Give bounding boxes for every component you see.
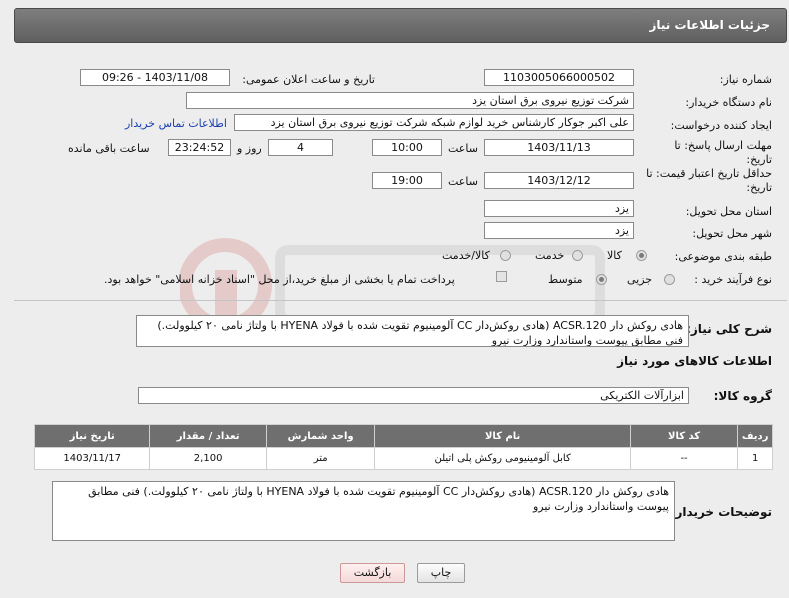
buyer-notes-label: توضیحات خریدار: [670,505,772,519]
category-option-service: خدمت [535,249,565,262]
col-unit: واحد شمارش [265,424,376,448]
col-need-date: تاریخ نیاز [33,424,151,448]
validity-label-date: تاریخ: [746,181,772,194]
col-row-number: ردیف [737,424,773,448]
province-field: یزد [484,200,634,217]
process-radio-minor[interactable] [664,274,675,285]
table-row: 1 -- کابل آلومینیومی روکش پلی اتیلن متر … [33,447,773,470]
section-divider [14,300,787,301]
deadline-time-label: ساعت [448,142,478,155]
goods-group-field: ابزارآلات الکتریکی [138,387,689,404]
validity-time-field: 19:00 [372,172,442,189]
category-radio-goods[interactable] [636,250,647,261]
cell-row-number: 1 [737,447,773,470]
cell-item-name: کابل آلومینیومی روکش پلی اتیلن [374,447,631,470]
creator-label: ایجاد کننده درخواست: [670,119,772,132]
page-header: جزئیات اطلاعات نیاز [14,8,787,43]
goods-section-title: اطلاعات کالاهای مورد نیاز [617,354,772,368]
announce-label: تاریخ و ساعت اعلان عمومی: [242,73,375,86]
page-title: جزئیات اطلاعات نیاز [649,18,770,32]
remaining-label: ساعت باقی مانده [68,142,150,155]
summary-text: هادی روکش دار ACSR.120 (هادی روکش‌دار CC… [136,315,689,347]
buyer-org-label: نام دستگاه خریدار: [685,96,772,109]
cell-quantity: 2,100 [149,447,267,470]
cell-item-code: -- [629,447,739,470]
need-number-label: شماره نیاز: [719,73,772,86]
category-option-goods: کالا [607,249,622,262]
process-label: نوع فرآیند خرید : [694,273,772,286]
category-option-both: کالا/خدمت [442,249,490,262]
deadline-label: مهلت ارسال پاسخ: تا [674,139,772,152]
cell-unit: متر [265,447,376,470]
validity-label: حداقل تاریخ اعتبار قیمت: تا [646,167,772,180]
process-radio-medium[interactable] [596,274,607,285]
need-number-field: 1103005066000502 [484,69,634,86]
days-label: روز و [237,142,262,155]
goods-group-label: گروه کالا: [713,389,772,403]
days-field: 4 [268,139,333,156]
payment-checkbox[interactable] [496,271,507,282]
category-label: طبقه بندی موضوعی: [674,250,772,263]
goods-table-header: ردیف کد کالا نام کالا واحد شمارش تعداد /… [33,424,773,448]
deadline-time-field: 10:00 [372,139,442,156]
buyer-org-field: شرکت توزیع نیروی برق استان یزد [186,92,634,109]
process-option-minor: جزیی [627,273,653,286]
col-item-code: کد کالا [629,424,739,448]
buyer-notes-text: هادی روکش دار ACSR.120 (هادی روکش‌دار CC… [52,481,675,541]
validity-time-label: ساعت [448,175,478,188]
payment-note: پرداخت تمام یا بخشی از مبلغ خرید،از محل … [104,273,455,286]
province-label: استان محل تحویل: [685,205,772,218]
goods-table: ردیف کد کالا نام کالا واحد شمارش تعداد /… [33,424,773,470]
back-button[interactable]: بازگشت [340,563,405,583]
deadline-date-field: 1403/11/13 [484,139,634,156]
col-item-name: نام کالا [374,424,631,448]
contact-info-link[interactable]: اطلاعات تماس خریدار [125,117,227,130]
deadline-label-date: تاریخ: [746,153,772,166]
city-label: شهر محل تحویل: [692,227,772,240]
process-option-medium: متوسط [548,273,583,286]
category-radio-service[interactable] [572,250,583,261]
announce-field: 1403/11/08 - 09:26 [80,69,230,86]
col-quantity: تعداد / مقدار [149,424,267,448]
print-button[interactable]: چاپ [417,563,465,583]
summary-label: شرح کلی نیاز: [686,322,772,336]
cell-need-date: 1403/11/17 [33,447,151,470]
remaining-time-field: 23:24:52 [168,139,231,156]
validity-date-field: 1403/12/12 [484,172,634,189]
creator-field: علی اکبر جوکار کارشناس خرید لوازم شبکه ش… [234,114,634,131]
city-field: یزد [484,222,634,239]
category-radio-both[interactable] [500,250,511,261]
